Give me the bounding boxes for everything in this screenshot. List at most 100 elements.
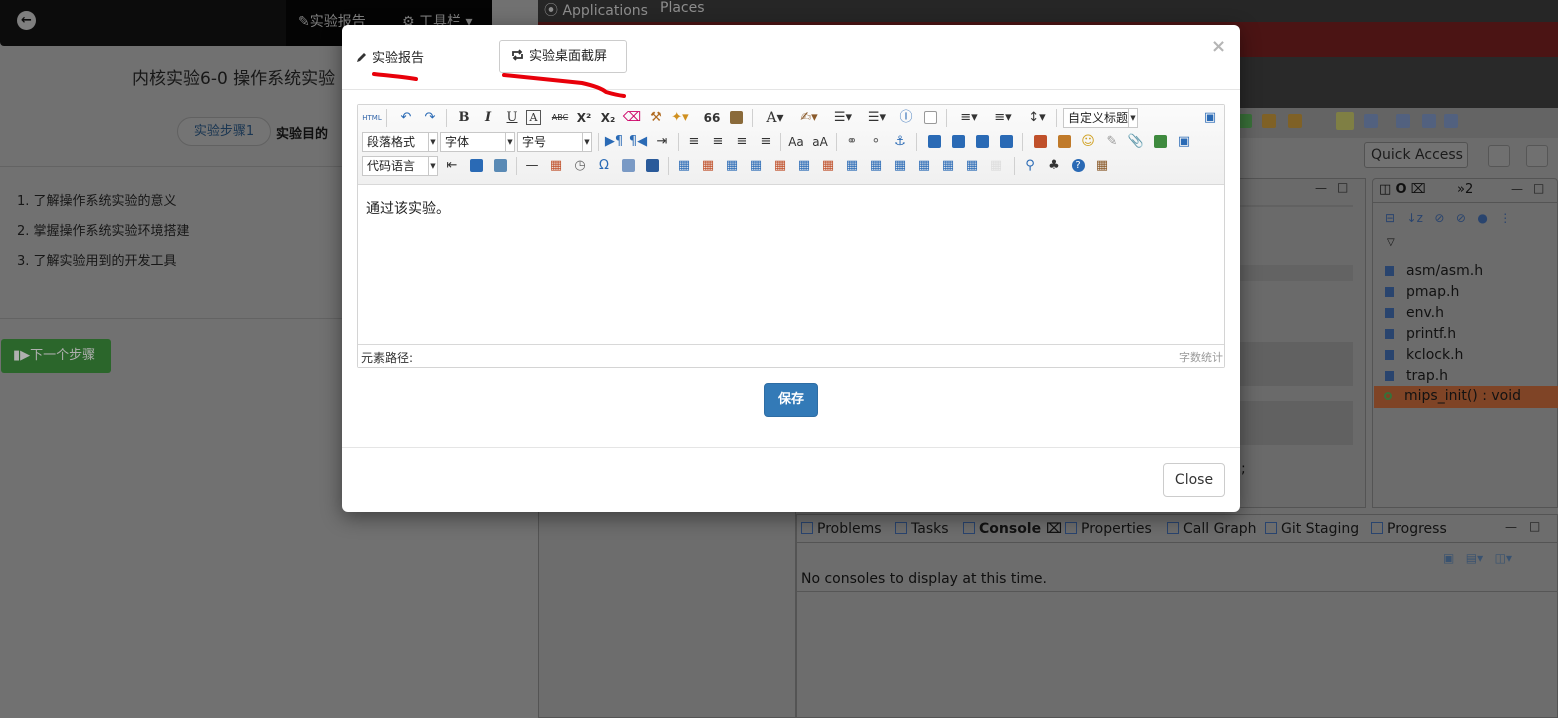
custom-title-label: 自定义标题 xyxy=(1068,111,1129,125)
toolbar-separator xyxy=(1022,133,1023,151)
modal-footer-divider xyxy=(342,447,1240,448)
preview-icon[interactable]: ⚲ xyxy=(1020,156,1040,176)
ordered-list-icon[interactable]: ☰▾ xyxy=(828,108,858,128)
custom-title-select[interactable]: 自定义标题 ▼ xyxy=(1063,108,1138,128)
word-image-icon[interactable] xyxy=(642,156,662,176)
lowercase-icon[interactable]: aA xyxy=(810,132,830,152)
highlight-color-icon[interactable]: ✍▾ xyxy=(794,108,824,128)
save-button[interactable]: 保存 xyxy=(764,383,818,417)
drafts-icon[interactable]: ▦ xyxy=(1092,156,1112,176)
strikethrough-button[interactable]: ABC xyxy=(550,108,570,128)
dropdown-arrow-icon: ▼ xyxy=(582,133,591,151)
paragraph-format-select[interactable]: 段落格式 ▼ xyxy=(362,132,438,152)
chart-icon[interactable]: ▦ xyxy=(986,156,1006,176)
auto-format-icon[interactable]: ✦▾ xyxy=(670,108,690,128)
horizontal-rule-icon[interactable]: — xyxy=(522,156,542,176)
ltr-icon[interactable]: ▶¶ xyxy=(604,132,624,152)
code-language-label: 代码语言 xyxy=(367,159,416,173)
tab-desktop-screenshot[interactable]: 实验桌面截屏 xyxy=(499,40,627,73)
insert-image-icon[interactable] xyxy=(1054,132,1074,152)
italic-button[interactable]: I xyxy=(478,108,498,128)
help-icon[interactable]: ? xyxy=(1068,156,1088,176)
insert-table-icon[interactable]: ▦ xyxy=(674,156,694,176)
insert-paragraph-icon[interactable]: ▦ xyxy=(722,156,742,176)
clear-doc-icon[interactable] xyxy=(920,108,940,128)
code-language-select[interactable]: 代码语言 ▼ xyxy=(362,156,438,176)
blockquote-button[interactable]: 66 xyxy=(702,108,722,128)
unordered-list-icon[interactable]: ☰▾ xyxy=(862,108,892,128)
format-painter-icon[interactable]: ⚒ xyxy=(646,108,666,128)
split-rows-icon[interactable]: ▦ xyxy=(938,156,958,176)
dropdown-arrow-icon: ▼ xyxy=(1128,109,1137,127)
close-icon[interactable]: × xyxy=(1211,38,1226,56)
select-all-icon[interactable]: Ⓘ xyxy=(896,108,916,128)
align-left-icon[interactable]: ≡ xyxy=(684,132,704,152)
delete-table-icon[interactable]: ▦ xyxy=(698,156,718,176)
merge-down-icon[interactable]: ▦ xyxy=(890,156,910,176)
merge-right-icon[interactable]: ▦ xyxy=(866,156,886,176)
editor-content-area[interactable]: 通过该实验。 xyxy=(358,185,1224,344)
rtl-icon[interactable]: ¶◀ xyxy=(628,132,648,152)
eraser-icon[interactable]: ⌫ xyxy=(622,108,642,128)
align-center-icon[interactable]: ≡ xyxy=(708,132,728,152)
align-right-icon[interactable]: ≡ xyxy=(732,132,752,152)
insert-row-icon[interactable]: ▦ xyxy=(746,156,766,176)
time-icon[interactable]: ◷ xyxy=(570,156,590,176)
insert-col-icon[interactable]: ▦ xyxy=(794,156,814,176)
font-size-select[interactable]: 字号 ▼ xyxy=(517,132,592,152)
simple-upload-icon[interactable] xyxy=(1030,132,1050,152)
attachment-icon[interactable]: 📎 xyxy=(1126,132,1146,152)
fullscreen-icon[interactable]: ▣ xyxy=(1200,108,1220,128)
dropdown-arrow-icon: ▼ xyxy=(428,157,437,175)
font-color-button[interactable]: A▾ xyxy=(760,108,790,128)
subscript-button[interactable]: X₂ xyxy=(598,108,618,128)
row-spacing-top-icon[interactable]: ≡▾ xyxy=(954,108,984,128)
merge-cells-icon[interactable]: ▦ xyxy=(842,156,862,176)
image-none-icon[interactable] xyxy=(924,132,944,152)
template-icon[interactable]: ▣ xyxy=(1174,132,1194,152)
word-count-label: 字数统计 xyxy=(1179,351,1223,364)
indent-icon[interactable]: ⇥ xyxy=(652,132,672,152)
insert-frame-icon[interactable] xyxy=(1150,132,1170,152)
redo-icon[interactable]: ↷ xyxy=(420,108,440,128)
dropdown-arrow-icon: ▼ xyxy=(428,133,437,151)
font-border-button[interactable]: A xyxy=(526,110,541,125)
close-button[interactable]: Close xyxy=(1163,463,1225,497)
anchor-icon[interactable]: ⚓ xyxy=(890,132,910,152)
editor-text: 通过该实验。 xyxy=(366,201,450,217)
image-left-icon[interactable] xyxy=(948,132,968,152)
delete-col-icon[interactable]: ▦ xyxy=(818,156,838,176)
search-replace-icon[interactable]: ♣ xyxy=(1044,156,1064,176)
scrawl-icon[interactable]: ✎ xyxy=(1102,132,1122,152)
delete-row-icon[interactable]: ▦ xyxy=(770,156,790,176)
html-source-button[interactable]: HTML xyxy=(362,108,382,128)
toolbar-separator xyxy=(446,109,447,127)
image-right-icon[interactable] xyxy=(972,132,992,152)
split-cols-icon[interactable]: ▦ xyxy=(962,156,982,176)
align-justify-icon[interactable]: ≡ xyxy=(756,132,776,152)
line-height-icon[interactable]: ↕▾ xyxy=(1022,108,1052,128)
background-icon[interactable] xyxy=(490,156,510,176)
page-break-icon[interactable]: ⇤ xyxy=(442,156,462,176)
toolbar-separator xyxy=(836,133,837,151)
date-icon[interactable]: ▦ xyxy=(546,156,566,176)
toolbar-separator xyxy=(780,133,781,151)
underline-button[interactable]: U xyxy=(502,108,522,128)
bold-button[interactable]: B xyxy=(454,108,474,128)
undo-icon[interactable]: ↶ xyxy=(396,108,416,128)
unlink-icon[interactable]: ⚬ xyxy=(866,132,886,152)
special-char-icon[interactable]: Ω xyxy=(594,156,614,176)
uppercase-icon[interactable]: Aa xyxy=(786,132,806,152)
insert-frame-icon[interactable] xyxy=(466,156,486,176)
link-icon[interactable]: ⚭ xyxy=(842,132,862,152)
row-spacing-bottom-icon[interactable]: ≡▾ xyxy=(988,108,1018,128)
emotion-icon[interactable]: ☺ xyxy=(1078,132,1098,152)
paste-text-icon[interactable] xyxy=(726,108,746,128)
image-center-icon[interactable] xyxy=(996,132,1016,152)
map-icon[interactable] xyxy=(618,156,638,176)
split-cells-icon[interactable]: ▦ xyxy=(914,156,934,176)
superscript-button[interactable]: X² xyxy=(574,108,594,128)
editor-toolbar: HTML ↶ ↷ B I U A ABC X² X₂ ⌫ ⚒ ✦▾ 66 A▾ … xyxy=(358,105,1224,185)
tab-report[interactable]: 实验报告 xyxy=(356,47,424,66)
font-family-select[interactable]: 字体 ▼ xyxy=(440,132,515,152)
